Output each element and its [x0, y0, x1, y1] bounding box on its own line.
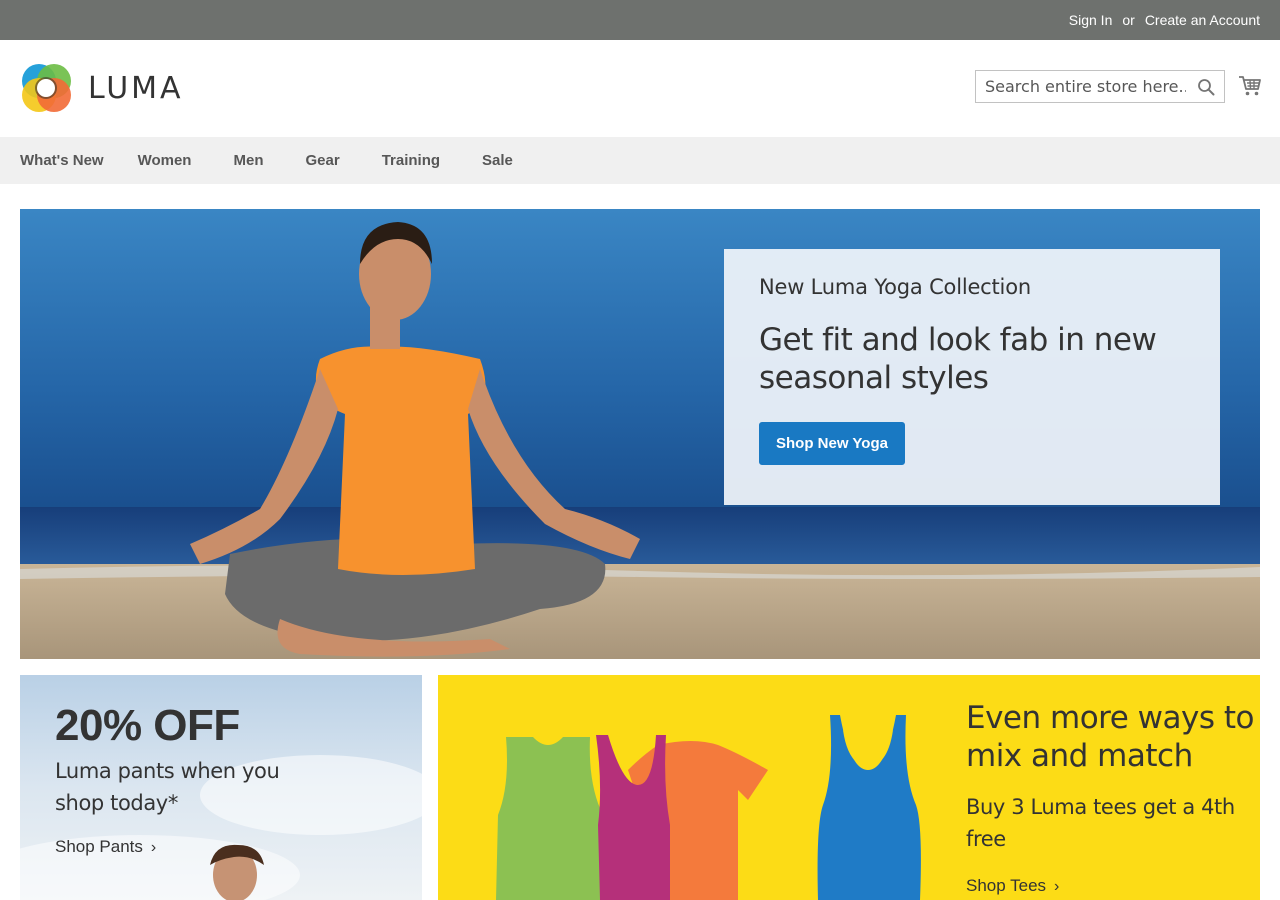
sign-in-link[interactable]: Sign In	[1069, 12, 1113, 28]
promo-pants[interactable]: 20% OFF Luma pants when you shop today* …	[20, 675, 422, 900]
promo-pants-discount: 20% OFF	[55, 701, 240, 750]
or-separator: or	[1122, 12, 1135, 28]
cart-icon[interactable]	[1238, 74, 1262, 98]
chevron-right-icon: ›	[1054, 878, 1060, 895]
main-nav: What's New Women Men Gear Training Sale	[0, 137, 1280, 184]
create-account-link[interactable]: Create an Account	[1145, 12, 1260, 28]
account-links: Sign In or Create an Account	[1069, 0, 1260, 40]
header: LUMA	[0, 40, 1280, 137]
luma-logo-icon	[22, 64, 71, 112]
hero-banner[interactable]: New Luma Yoga Collection Get fit and loo…	[20, 209, 1260, 659]
nav-item-training[interactable]: Training	[382, 152, 440, 169]
promo-tees[interactable]: Even more ways to mix and match Buy 3 Lu…	[438, 675, 1260, 900]
shop-tees-label: Shop Tees	[966, 876, 1047, 895]
hero-promo-box: New Luma Yoga Collection Get fit and loo…	[724, 249, 1220, 505]
nav-item-whats-new[interactable]: What's New	[20, 152, 104, 169]
shop-tees-link[interactable]: Shop Tees ›	[966, 876, 1059, 896]
nav-item-women[interactable]: Women	[138, 152, 192, 169]
shop-pants-label: Shop Pants	[55, 837, 143, 856]
promo-tees-subtitle: Buy 3 Luma tees get a 4th free	[966, 795, 1235, 851]
nav-item-sale[interactable]: Sale	[482, 152, 513, 169]
shop-pants-link[interactable]: Shop Pants ›	[55, 837, 156, 857]
hero-headline: Get fit and look fab in new seasonal sty…	[759, 322, 1157, 396]
search-box	[975, 70, 1225, 103]
nav-item-gear[interactable]: Gear	[305, 152, 339, 169]
top-bar: Sign In or Create an Account	[0, 0, 1280, 40]
search-input[interactable]	[976, 71, 1186, 102]
hero-eyebrow: New Luma Yoga Collection	[759, 275, 1031, 299]
logo-text: LUMA	[88, 70, 184, 106]
promo-tees-title: Even more ways to mix and match	[966, 700, 1254, 774]
logo[interactable]: LUMA	[20, 62, 184, 114]
shop-new-yoga-button[interactable]: Shop New Yoga	[759, 422, 905, 465]
nav-item-men[interactable]: Men	[233, 152, 263, 169]
promo-pants-subtitle: Luma pants when you shop today*	[55, 759, 280, 815]
chevron-right-icon: ›	[150, 839, 157, 856]
search-icon[interactable]	[1197, 78, 1215, 96]
